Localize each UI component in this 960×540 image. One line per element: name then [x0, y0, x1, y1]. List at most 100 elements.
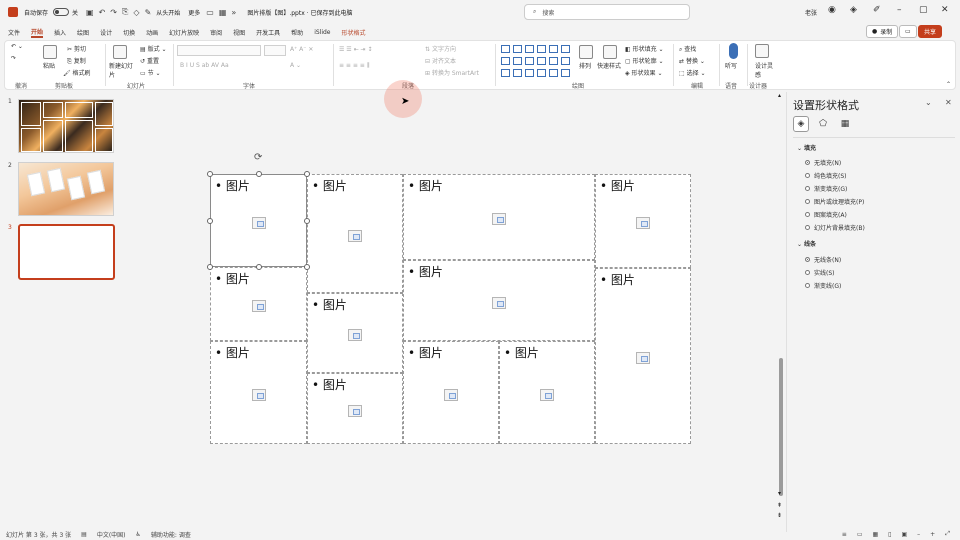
designer-button[interactable]: 设计灵感: [755, 61, 775, 79]
designer-icon[interactable]: [755, 44, 769, 58]
normal-view-icon[interactable]: ▭: [857, 531, 863, 538]
select-button[interactable]: ⬚ 选择 ⌄: [679, 68, 706, 77]
picture-placeholder[interactable]: 图片: [595, 268, 691, 444]
reset-button[interactable]: ↺ 重置: [140, 56, 159, 65]
redo-icon[interactable]: ↷: [110, 8, 117, 17]
cut-button[interactable]: ✂ 剪切: [67, 44, 86, 53]
maximize-icon[interactable]: ▢: [919, 5, 928, 15]
insert-picture-icon[interactable]: [251, 388, 266, 401]
picture-placeholder[interactable]: 图片: [403, 341, 499, 444]
shape-item[interactable]: [525, 57, 534, 65]
user-name[interactable]: 老张: [805, 8, 817, 17]
shape-item[interactable]: [525, 45, 534, 53]
section-button[interactable]: ▭ 节 ⌄: [140, 68, 161, 77]
search-input[interactable]: 搜索: [542, 8, 554, 17]
insert-picture-icon[interactable]: [444, 388, 458, 401]
text-direction-button[interactable]: ⇅ 文字方向: [425, 44, 456, 53]
document-title[interactable]: 图片排版【图】.pptx · 已保存到此电脑: [247, 8, 352, 17]
search-box[interactable]: ⌕ 搜索: [524, 4, 690, 20]
shape-item[interactable]: [525, 69, 534, 77]
align-text-button[interactable]: ⊟ 对齐文本: [425, 56, 456, 65]
picture-placeholder[interactable]: 图片: [210, 174, 307, 267]
reading-view-icon[interactable]: ▯: [888, 531, 891, 538]
notes-icon[interactable]: ≡: [842, 531, 847, 538]
new-slide-button[interactable]: 新建幻灯片: [109, 61, 135, 79]
avatar-icon[interactable]: ◉: [828, 5, 836, 15]
shape-item[interactable]: [561, 69, 570, 77]
present-from-start-button[interactable]: 从头开始: [156, 8, 180, 17]
scrollbar-thumb[interactable]: [779, 358, 783, 496]
pane-close-icon[interactable]: ✕: [945, 98, 952, 107]
fill-line-tab-icon[interactable]: ◈: [793, 116, 809, 132]
effects-tab-icon[interactable]: ⬠: [815, 116, 831, 132]
fit-slide-icon[interactable]: ⤢: [945, 530, 950, 538]
picture-placeholder[interactable]: 图片: [403, 174, 595, 260]
tab-design[interactable]: 设计: [100, 28, 112, 37]
shape-outline-button[interactable]: ▢ 形状轮廓 ⌄: [625, 56, 664, 65]
save-icon[interactable]: ▣: [86, 8, 94, 17]
tab-slideshow[interactable]: 幻灯片放映: [169, 28, 199, 37]
font-style-buttons[interactable]: B I U S ab AV Aa: [180, 62, 229, 69]
resize-handle[interactable]: [256, 264, 262, 270]
shape-item[interactable]: [501, 57, 510, 65]
pane-options-icon[interactable]: ⌄: [925, 98, 932, 107]
slide-thumbnail-2[interactable]: [18, 162, 114, 216]
new-slide-icon[interactable]: [113, 45, 127, 59]
pen-settings-icon[interactable]: ✐: [873, 5, 881, 15]
undo-ribbon-icon[interactable]: ↶ ⌄: [11, 43, 23, 50]
autosave-toggle[interactable]: [53, 8, 70, 16]
replace-button[interactable]: ⇄ 替换 ⌄: [679, 56, 705, 65]
redo-ribbon-icon[interactable]: ↷: [11, 55, 16, 62]
resize-handle[interactable]: [207, 264, 213, 270]
next-slide-icon[interactable]: ⇟: [777, 512, 782, 519]
tab-draw[interactable]: 绘图: [77, 28, 89, 37]
font-size-combobox[interactable]: [264, 45, 286, 56]
insert-picture-icon[interactable]: [348, 229, 362, 242]
resize-handle[interactable]: [304, 218, 310, 224]
fill-option-none[interactable]: 无填充(N): [805, 158, 841, 167]
fill-option-pattern[interactable]: 图案填充(A): [805, 210, 847, 219]
shape-item[interactable]: [513, 69, 522, 77]
line-option-gradient[interactable]: 渐变线(G): [805, 281, 841, 290]
language-status[interactable]: 中文(中国): [97, 530, 126, 539]
insert-picture-icon[interactable]: [251, 300, 266, 312]
quick-styles-button[interactable]: 快速样式: [597, 61, 621, 70]
tab-transitions[interactable]: 切换: [123, 28, 135, 37]
shape-item[interactable]: [501, 69, 510, 77]
picture-placeholder[interactable]: 图片: [210, 341, 307, 444]
insert-picture-icon[interactable]: [492, 296, 506, 309]
shape-fill-button[interactable]: ◧ 形状填充 ⌄: [625, 44, 664, 53]
accessibility-status[interactable]: 辅助功能: 调查: [151, 530, 191, 539]
diamond-icon[interactable]: ◈: [850, 5, 857, 15]
microphone-icon[interactable]: [729, 43, 738, 59]
shape-effects-button[interactable]: ◈ 形状效果 ⌄: [625, 68, 662, 77]
fill-option-picture[interactable]: 图片或纹理填充(P): [805, 197, 864, 206]
list-buttons[interactable]: ☰ ☰ ⇤ ⇥ ↕: [339, 46, 372, 53]
zoom-out-icon[interactable]: –: [917, 531, 920, 538]
insert-picture-icon[interactable]: [348, 404, 362, 417]
picture-placeholder[interactable]: 图片: [499, 341, 595, 444]
pen-icon[interactable]: ✎: [145, 8, 152, 17]
align-buttons[interactable]: ≡ ≡ ≡ ≡ ⫼: [339, 62, 370, 70]
picture-placeholder[interactable]: 图片: [210, 267, 307, 341]
resize-handle[interactable]: [256, 171, 262, 177]
size-properties-tab-icon[interactable]: ▦: [837, 116, 853, 132]
shape-item[interactable]: [537, 57, 546, 65]
scroll-down-icon[interactable]: ▾: [778, 490, 781, 497]
tab-developer[interactable]: 开发工具: [256, 28, 280, 37]
shape-item[interactable]: [501, 45, 510, 53]
insert-picture-icon[interactable]: [540, 388, 554, 401]
screen-icon[interactable]: ▭: [206, 8, 214, 17]
fill-option-background[interactable]: 幻灯片背景填充(B): [805, 223, 865, 232]
tab-file[interactable]: 文件: [8, 28, 20, 37]
line-option-solid[interactable]: 实线(S): [805, 268, 835, 277]
share-button[interactable]: 共享: [918, 25, 943, 38]
shape-item[interactable]: [549, 45, 558, 53]
sorter-view-icon[interactable]: ▦: [873, 531, 879, 538]
insert-picture-icon[interactable]: [492, 213, 506, 225]
fill-section-header[interactable]: 填充: [797, 143, 816, 152]
tab-home[interactable]: 开始: [31, 27, 44, 38]
paste-button[interactable]: 粘贴: [43, 61, 55, 70]
slide-thumbnail-1[interactable]: [18, 99, 114, 153]
smartart-button[interactable]: ⊞ 转换为 SmartArt: [425, 68, 479, 77]
